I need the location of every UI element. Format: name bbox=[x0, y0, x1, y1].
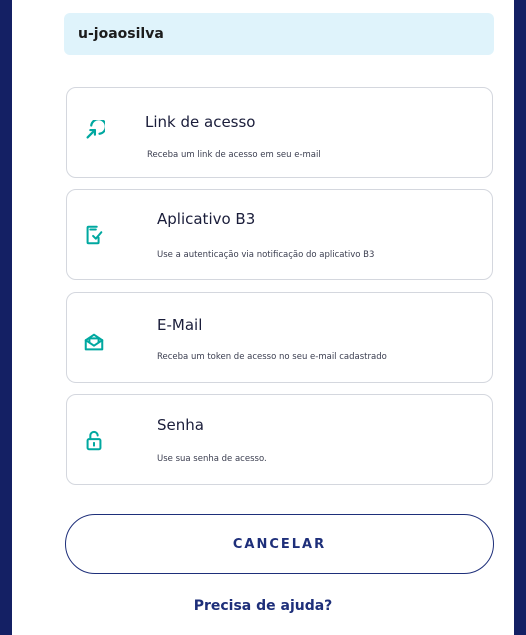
help-link[interactable]: Precisa de ajuda? bbox=[12, 598, 514, 614]
option-description: Receba um token de acesso no seu e-mail … bbox=[157, 352, 387, 362]
option-title: Aplicativo B3 bbox=[157, 210, 256, 228]
lock-icon bbox=[81, 428, 107, 454]
option-link-access[interactable]: Link de acesso Receba um link de acesso … bbox=[66, 87, 493, 178]
option-title: E-Mail bbox=[157, 316, 203, 334]
option-title: Senha bbox=[157, 416, 204, 434]
option-title: Link de acesso bbox=[145, 113, 256, 131]
option-email[interactable]: E-Mail Receba um token de acesso no seu … bbox=[66, 292, 493, 383]
option-app-b3[interactable]: Aplicativo B3 Use a autenticação via not… bbox=[66, 189, 493, 280]
option-description: Receba um link de acesso em seu e-mail bbox=[147, 150, 321, 160]
option-description: Use sua senha de acesso. bbox=[157, 454, 267, 464]
link-access-icon bbox=[81, 118, 107, 144]
option-password[interactable]: Senha Use sua senha de acesso. bbox=[66, 394, 493, 485]
username-display: u-joaosilva bbox=[64, 13, 494, 55]
mobile-check-icon bbox=[81, 222, 107, 248]
app-frame: u-joaosilva Link de acesso Receba um lin… bbox=[0, 0, 526, 635]
option-description: Use a autenticação via notificação do ap… bbox=[157, 250, 375, 260]
cancel-button[interactable]: CANCELAR bbox=[65, 514, 494, 574]
email-open-icon bbox=[81, 329, 107, 355]
auth-panel: u-joaosilva Link de acesso Receba um lin… bbox=[12, 0, 514, 635]
